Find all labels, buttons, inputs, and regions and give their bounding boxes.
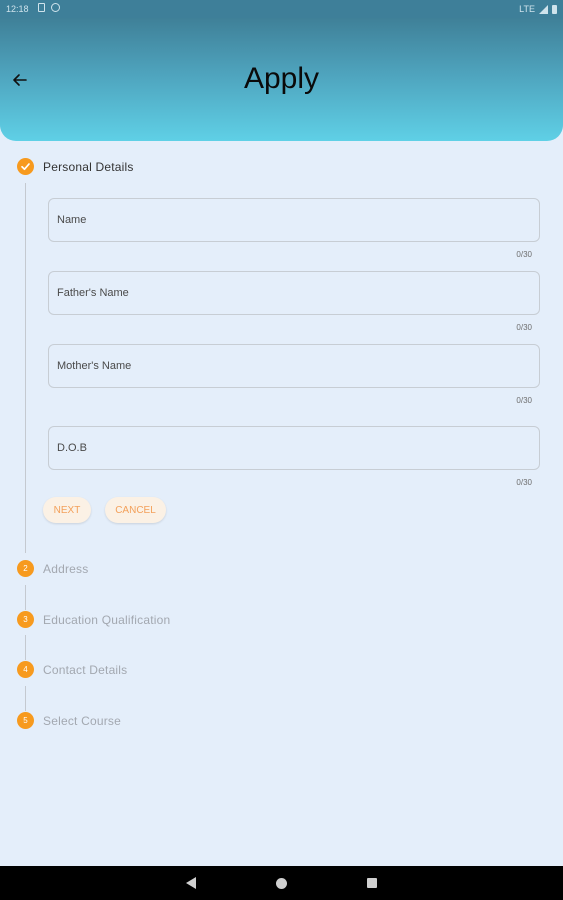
signal-icon [539, 4, 548, 14]
step-indicator: 5 [17, 712, 34, 729]
status-bar: 12:18 LTE [0, 0, 563, 18]
step-address[interactable]: 2 Address [17, 560, 88, 577]
step-contact-details[interactable]: 4 Contact Details [17, 661, 127, 678]
status-system-icons: LTE [519, 4, 557, 14]
field-label: Father's Name [57, 287, 129, 299]
circle-home-icon[interactable] [276, 878, 287, 889]
sync-icon [51, 3, 60, 12]
step-connector [25, 585, 26, 610]
step-indicator: 4 [17, 661, 34, 678]
mothers-name-field[interactable]: Mother's Name [48, 344, 540, 388]
step-connector [25, 635, 26, 660]
field-label: D.O.B [57, 442, 87, 454]
name-field[interactable]: Name [48, 198, 540, 242]
step-label: Contact Details [43, 662, 128, 677]
step-label: Address [43, 561, 89, 576]
cancel-button[interactable]: CANCEL [105, 497, 166, 523]
step-indicator: 2 [17, 560, 34, 577]
next-button[interactable]: NEXT [43, 497, 91, 523]
step-indicator [17, 158, 34, 175]
mothers-name-char-counter: 0/30 [516, 396, 532, 405]
battery-icon [552, 4, 557, 14]
status-notification-icons [38, 3, 60, 12]
dob-field[interactable]: D.O.B [48, 426, 540, 470]
check-icon [21, 163, 30, 171]
field-label: Mother's Name [57, 360, 132, 372]
name-char-counter: 0/30 [516, 250, 532, 259]
step-indicator: 3 [17, 611, 34, 628]
step-label: Personal Details [43, 159, 134, 174]
step-label: Select Course [43, 713, 121, 728]
step-personal-details[interactable]: Personal Details [17, 158, 134, 175]
step-connector [25, 183, 26, 553]
page-title: Apply [243, 62, 320, 95]
system-nav-bar [0, 866, 563, 900]
fathers-name-char-counter: 0/30 [516, 323, 532, 332]
dob-char-counter: 0/30 [516, 478, 532, 487]
sim-card-icon [38, 3, 45, 12]
app-header: Apply [0, 18, 563, 141]
step-label: Education Qualification [43, 612, 171, 627]
square-recents-icon[interactable] [367, 878, 377, 888]
status-time: 12:18 [6, 4, 29, 14]
field-label: Name [57, 214, 87, 226]
step-education-qualification[interactable]: 3 Education Qualification [17, 611, 170, 628]
step-select-course[interactable]: 5 Select Course [17, 712, 121, 729]
triangle-back-icon[interactable] [186, 877, 196, 889]
step-connector [25, 686, 26, 711]
fathers-name-field[interactable]: Father's Name [48, 271, 540, 315]
network-type: LTE [519, 4, 535, 14]
